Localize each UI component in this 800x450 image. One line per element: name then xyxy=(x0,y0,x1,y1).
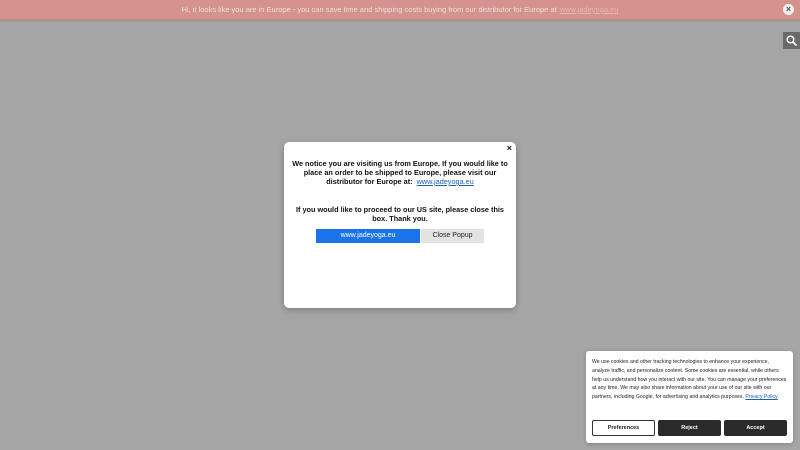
popup-message-text: We notice you are visiting us from Europ… xyxy=(292,159,508,186)
europe-popup: × We notice you are visiting us from Eur… xyxy=(284,142,516,308)
europe-banner: Hi, it looks like you are in Europe - yo… xyxy=(0,0,800,20)
popup-buttons: www.jadeyoga.eu Close Popup xyxy=(290,229,510,243)
search-button[interactable] xyxy=(783,32,800,49)
banner-link[interactable]: www.jadeyoga.eu xyxy=(560,5,619,14)
popup-close-button[interactable]: × xyxy=(507,143,512,153)
banner-text: Hi, it looks like you are in Europe - yo… xyxy=(181,5,557,14)
preferences-button[interactable]: Preferences xyxy=(592,420,655,436)
search-icon xyxy=(786,35,797,46)
cookie-buttons: Preferences Reject Accept xyxy=(592,420,787,436)
reject-button[interactable]: Reject xyxy=(658,420,721,436)
banner-close-button[interactable]: × xyxy=(783,4,794,15)
banner-message: Hi, it looks like you are in Europe - yo… xyxy=(182,5,619,14)
close-icon: × xyxy=(506,143,512,153)
cookie-message: We use cookies and other tracking techno… xyxy=(592,358,787,402)
accept-button[interactable]: Accept xyxy=(724,420,787,436)
close-icon: × xyxy=(785,4,792,14)
cookie-consent: We use cookies and other tracking techno… xyxy=(586,351,793,443)
close-popup-button[interactable]: Close Popup xyxy=(421,229,484,243)
privacy-policy-link[interactable]: Privacy Policy xyxy=(745,394,777,400)
popup-message: We notice you are visiting us from Europ… xyxy=(290,159,510,186)
visit-eu-button[interactable]: www.jadeyoga.eu xyxy=(316,229,420,243)
popup-link[interactable]: www.jadeyoga.eu xyxy=(417,177,474,186)
popup-us-message: If you would like to proceed to our US s… xyxy=(295,205,504,223)
